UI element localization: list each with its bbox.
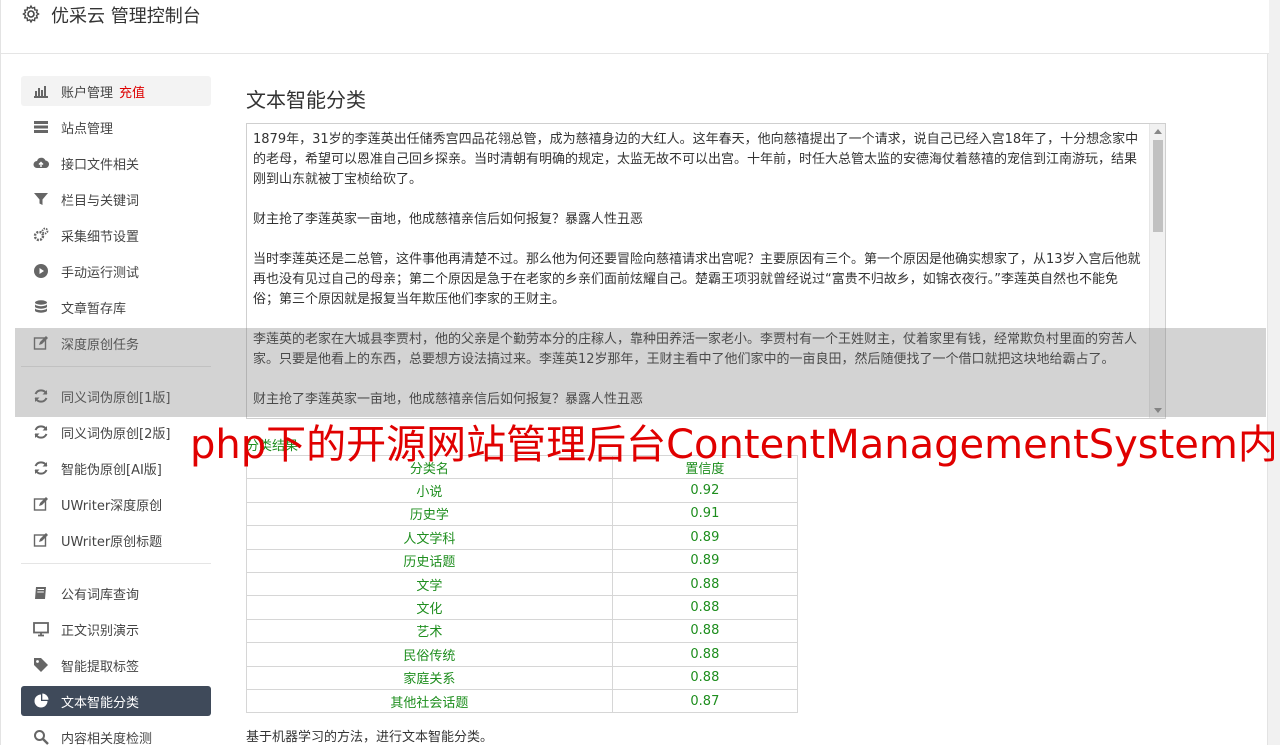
sidebar-item-label: 内容相关度检测: [61, 731, 153, 745]
edit-icon: [33, 497, 48, 511]
sidebar-item-account[interactable]: 账户管理 充值: [21, 76, 211, 106]
app-title: 优采云 管理控制台: [51, 6, 201, 27]
sidebar-item-uwriter-deep[interactable]: UWriter深度原创: [21, 489, 211, 519]
sidebar-item-text-classify[interactable]: 文本智能分类: [21, 686, 211, 716]
category-cell: 家庭关系: [246, 665, 613, 690]
text-paragraph: 当时李莲英还是二总管，这件事他再清楚不过。那么他为何还要冒险向慈禧请求出宫呢？主…: [253, 252, 1141, 307]
sidebar-item-label: 接口文件相关: [61, 157, 140, 173]
category-cell: 人文学科: [246, 525, 613, 550]
confidence-cell: 0.92: [611, 478, 799, 503]
sidebar-item-label: 站点管理: [61, 121, 114, 137]
tag-icon: [34, 658, 48, 672]
sidebar-item-tag-extract[interactable]: 智能提取标签: [21, 650, 211, 680]
edit-icon: [33, 533, 48, 547]
sidebar-item-label: 正文识别演示: [61, 623, 140, 639]
top-bar: 优采云 管理控制台: [1, 0, 1269, 54]
category-cell: 文化: [246, 595, 613, 620]
confidence-cell: 0.89: [611, 525, 799, 550]
text-paragraph: 1879年，31岁的李莲英出任储秀宫四品花翎总管，成为慈禧身边的大红人。这年春天…: [253, 132, 1139, 187]
sidebar-item-label: 采集细节设置: [61, 229, 140, 245]
sidebar-item-label: 公有词库查询: [61, 587, 140, 603]
table-row: 小说 0.92: [246, 478, 799, 503]
table-row: 民俗传统 0.88: [246, 642, 799, 667]
sidebar-item-synonym-v2[interactable]: 同义词伪原创[2版]: [21, 417, 211, 447]
sidebar-item-label: UWriter深度原创: [61, 498, 163, 514]
category-cell: 历史话题: [246, 548, 613, 573]
text-paragraph: 财主抢了李莲英家一亩地，他成慈禧亲信后如何报复？暴露人性丑恶: [253, 212, 644, 227]
play-circle-icon: [34, 264, 48, 278]
watermark-band: [15, 328, 1266, 417]
confidence-cell: 0.88: [611, 665, 799, 690]
sidebar-item-columns-keywords[interactable]: 栏目与关键词: [21, 184, 211, 214]
pie-chart-icon: [34, 693, 49, 708]
table-row: 历史学 0.91: [246, 501, 799, 527]
table-row: 其他社会话题 0.87: [246, 688, 799, 714]
watermark-caption: php下的开源网站管理后台ContentManagementSystem内: [190, 422, 1278, 468]
sidebar-item-manual-run[interactable]: 手动运行测试: [21, 256, 211, 286]
search-icon: [34, 730, 49, 745]
description-note: 基于机器学习的方法，进行文本智能分类。: [246, 730, 494, 745]
server-icon: [34, 121, 48, 133]
table-row: 人文学科 0.89: [246, 525, 799, 550]
sidebar-item-public-lexicon[interactable]: 公有词库查询: [21, 578, 211, 608]
sidebar-item-text-recognition[interactable]: 正文识别演示: [21, 614, 211, 644]
sidebar-item-label: UWriter原创标题: [61, 534, 163, 550]
bar-chart-icon: [34, 86, 48, 98]
confidence-cell: 0.88: [611, 595, 799, 620]
cogs-icon: [33, 227, 49, 242]
table-row: 文化 0.88: [246, 595, 799, 620]
scroll-up-arrow-icon[interactable]: [1154, 129, 1162, 134]
sidebar-divider: [21, 563, 211, 564]
refresh-icon: [34, 425, 48, 439]
confidence-cell: 0.88: [611, 618, 799, 644]
sidebar-item-interface-files[interactable]: 接口文件相关: [21, 148, 211, 178]
category-cell: 小说: [246, 478, 613, 503]
confidence-cell: 0.89: [611, 548, 799, 573]
category-cell: 其他社会话题: [246, 688, 613, 714]
scroll-thumb[interactable]: [1153, 140, 1163, 232]
table-row: 家庭关系 0.88: [246, 665, 799, 690]
sidebar-item-label: 栏目与关键词: [61, 193, 140, 209]
sidebar-item-label: 智能提取标签: [61, 659, 140, 675]
gear-icon: [22, 4, 40, 24]
sidebar-item-label: 同义词伪原创[2版]: [61, 426, 171, 442]
sidebar-item-sites[interactable]: 站点管理: [21, 112, 211, 142]
sidebar-item-relevance-check[interactable]: 内容相关度检测: [21, 722, 211, 745]
sidebar-item-article-store[interactable]: 文章暂存库: [21, 292, 211, 322]
recharge-link[interactable]: 充值: [119, 82, 145, 101]
sidebar-item-label: 账户管理: [61, 85, 114, 101]
sidebar-item-uwriter-title[interactable]: UWriter原创标题: [21, 525, 211, 555]
classification-table: 分类名 置信度 小说 0.92 历史学 0.91 人文学科 0.89 历史话题 0.89…: [246, 454, 799, 714]
sidebar-item-ai-rewrite[interactable]: 智能伪原创[AI版]: [21, 453, 211, 483]
category-cell: 文学: [246, 571, 613, 597]
sidebar-item-label: 文本智能分类: [61, 695, 140, 711]
cloud-upload-icon: [33, 157, 49, 169]
database-icon: [35, 300, 47, 313]
filter-icon: [34, 193, 48, 205]
table-row: 文学 0.88: [246, 571, 799, 597]
sidebar-item-label: 手动运行测试: [61, 265, 140, 281]
table-row: 历史话题 0.89: [246, 548, 799, 573]
book-icon: [35, 587, 46, 599]
table-row: 艺术 0.88: [246, 618, 799, 644]
sidebar-item-label: 文章暂存库: [61, 301, 127, 317]
monitor-icon: [33, 622, 49, 637]
confidence-cell: 0.88: [611, 571, 799, 597]
confidence-cell: 0.87: [611, 688, 799, 714]
category-cell: 民俗传统: [246, 642, 613, 667]
confidence-cell: 0.88: [611, 642, 799, 667]
category-cell: 艺术: [246, 618, 613, 644]
page-title: 文本智能分类: [246, 88, 366, 112]
sidebar-item-collect-settings[interactable]: 采集细节设置: [21, 220, 211, 250]
sidebar-item-label: 智能伪原创[AI版]: [61, 462, 162, 478]
refresh-icon: [34, 461, 48, 475]
confidence-cell: 0.91: [611, 501, 799, 527]
category-cell: 历史学: [246, 501, 613, 527]
